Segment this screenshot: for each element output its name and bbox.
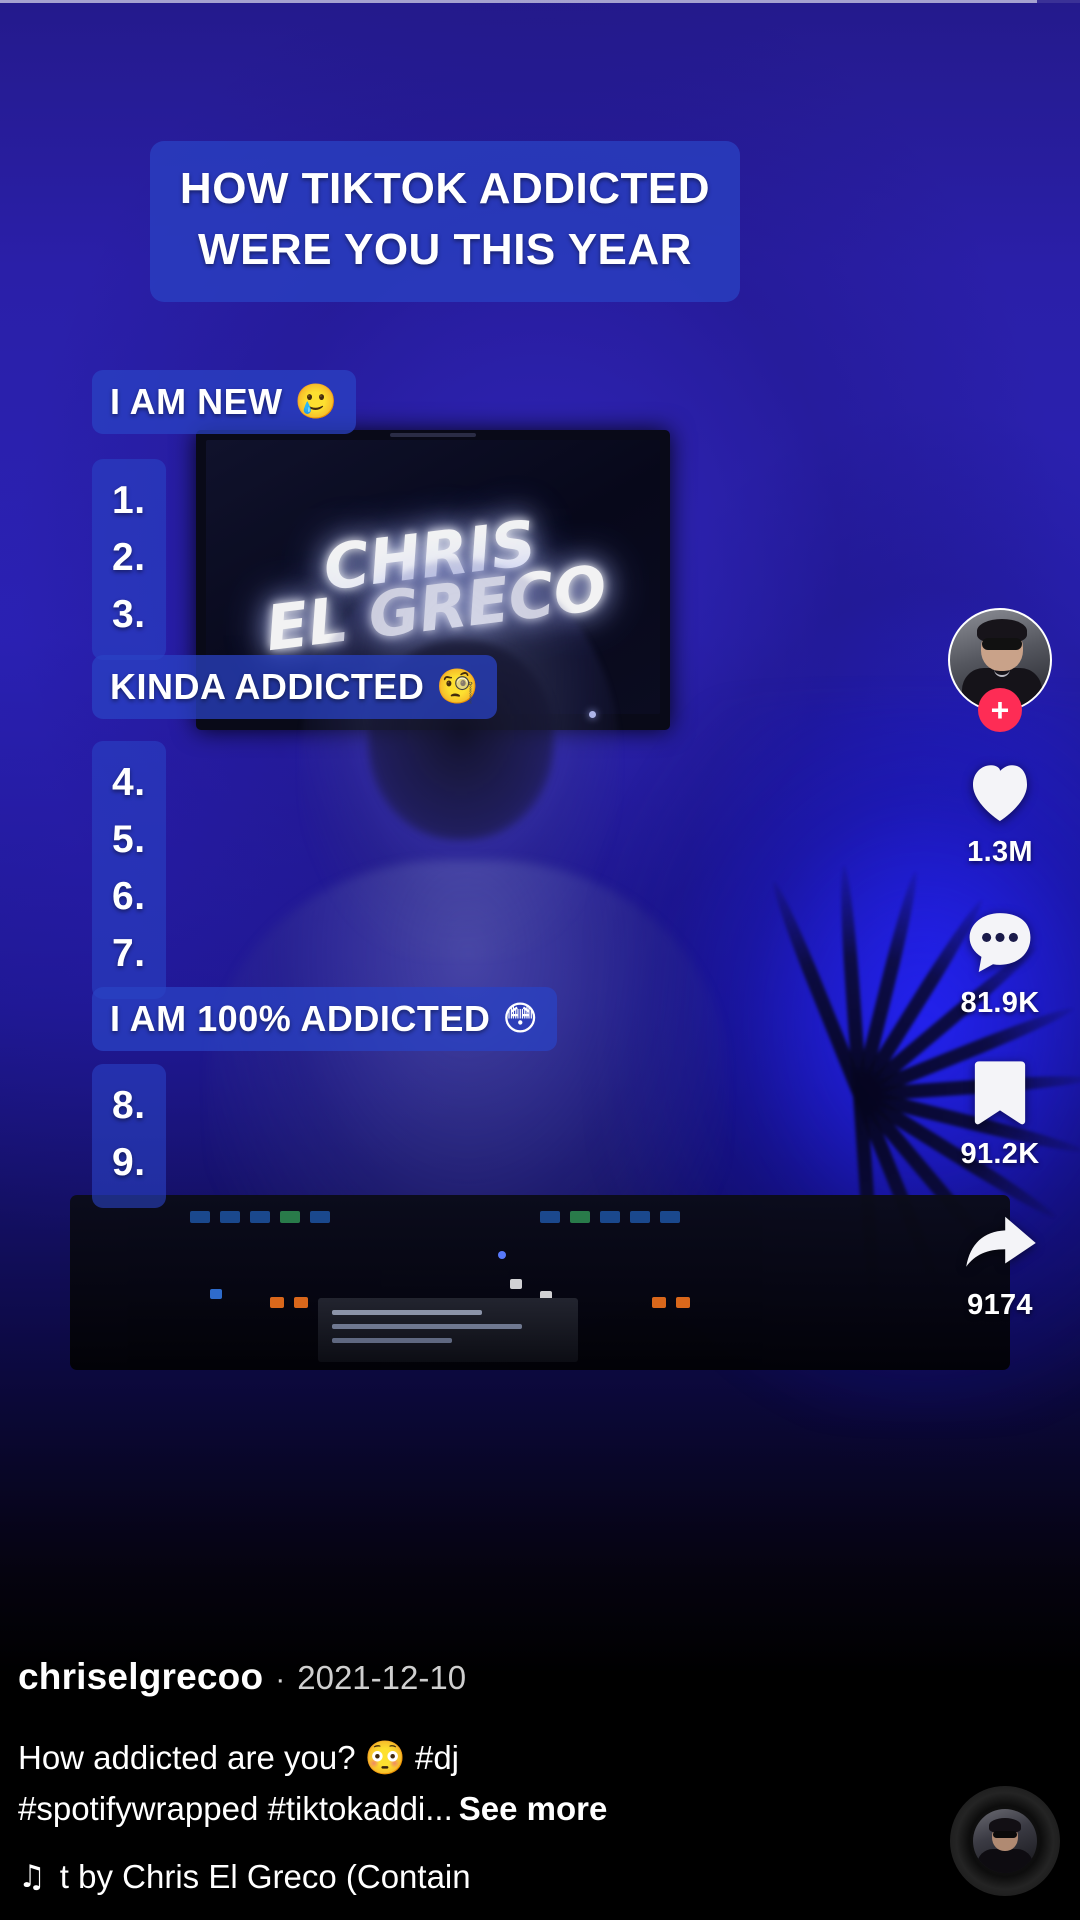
list-item: 2. xyxy=(112,535,146,579)
music-note-icon: ♫ xyxy=(18,1859,46,1895)
category-label-kinda-addicted: KINDA ADDICTED 🧐 xyxy=(92,655,498,720)
title-line-1: HOW TIKTOK ADDICTED xyxy=(179,164,711,213)
list-item: 3. xyxy=(112,592,146,636)
list-item: 8. xyxy=(112,1084,146,1127)
post-info: chriselgrecoo · 2021-12-10 How addicted … xyxy=(18,1656,918,1896)
music-disc-artwork xyxy=(973,1809,1037,1873)
list-item: 9. xyxy=(112,1140,146,1184)
numbered-list-kinda-addicted: 4. 5. 6. 7. xyxy=(92,741,166,999)
title-sticker: HOW TIKTOK ADDICTED WERE YOU THIS YEAR xyxy=(150,141,740,303)
list-item: 7. xyxy=(112,931,146,975)
caption-line-1: How addicted are you? 😳 #dj xyxy=(18,1738,460,1776)
disc-avatar-sunglasses xyxy=(993,1831,1017,1838)
video-progress-bar[interactable] xyxy=(0,0,1080,3)
author-username[interactable]: chriselgrecoo xyxy=(18,1656,263,1698)
numbered-list-new: 1. 2. 3. xyxy=(92,459,166,660)
category-label-new: I AM NEW 🥲 xyxy=(92,370,356,435)
music-title[interactable]: t by Chris El Greco (Contain xyxy=(60,1858,471,1896)
list-item: 4. xyxy=(112,761,146,804)
tiktok-video-screen: CHRIS EL GRECO xyxy=(0,0,1080,1920)
follow-button[interactable]: + xyxy=(978,688,1022,732)
post-separator: · xyxy=(275,1662,286,1696)
caption-line-2-row: #spotifywrapped #tiktokaddi... See more xyxy=(18,1783,898,1834)
numbered-list-100-addicted: 8. 9. xyxy=(92,1064,166,1208)
list-item: 6. xyxy=(112,874,146,918)
bookmark-button[interactable]: 91.2K xyxy=(959,1054,1041,1171)
see-more-link[interactable]: See more xyxy=(459,1790,608,1827)
bookmark-count: 91.2K xyxy=(960,1138,1040,1170)
list-item: 1. xyxy=(112,479,146,522)
share-icon[interactable] xyxy=(959,1205,1041,1283)
post-caption[interactable]: How addicted are you? 😳 #dj #spotifywrap… xyxy=(18,1732,898,1834)
author-row: chriselgrecoo · 2021-12-10 xyxy=(18,1656,918,1698)
action-rail: + 1.3M 81.9K 91.2K 9174 xyxy=(944,608,1056,1356)
list-item: 5. xyxy=(112,817,146,861)
heart-icon[interactable] xyxy=(959,752,1041,830)
like-button[interactable]: 1.3M xyxy=(959,752,1041,869)
avatar-sunglasses xyxy=(982,638,1022,650)
author-avatar-button[interactable]: + xyxy=(948,608,1052,732)
caption-line-2: #spotifywrapped #tiktokaddi... xyxy=(18,1789,453,1827)
bookmark-icon[interactable] xyxy=(959,1054,1041,1132)
category-label-100-addicted: I AM 100% ADDICTED 😳 xyxy=(92,987,557,1052)
title-line-2: WERE YOU THIS YEAR xyxy=(198,224,692,274)
disc-avatar-body xyxy=(977,1849,1033,1873)
share-button[interactable]: 9174 xyxy=(959,1205,1041,1322)
comment-icon[interactable] xyxy=(959,903,1041,981)
comment-count: 81.9K xyxy=(960,987,1040,1019)
flushed-face-icon: 😳 xyxy=(502,999,539,1039)
music-disc-button[interactable] xyxy=(950,1786,1060,1896)
category-kinda-text: KINDA ADDICTED xyxy=(110,666,425,707)
monocle-face-icon: 🧐 xyxy=(436,667,480,707)
share-count: 9174 xyxy=(967,1289,1033,1321)
like-count: 1.3M xyxy=(967,836,1033,868)
comment-button[interactable]: 81.9K xyxy=(959,903,1041,1020)
smiling-face-with-tear-icon: 🥲 xyxy=(294,382,338,422)
tv-notch xyxy=(390,433,476,437)
post-date: 2021-12-10 xyxy=(297,1658,467,1696)
dj-mixer xyxy=(318,1298,578,1362)
category-full-text: I AM 100% ADDICTED xyxy=(110,998,491,1039)
video-progress-fill xyxy=(0,0,1037,3)
music-row[interactable]: ♫ t by Chris El Greco (Contain xyxy=(18,1858,918,1896)
category-new-text: I AM NEW xyxy=(110,381,283,422)
